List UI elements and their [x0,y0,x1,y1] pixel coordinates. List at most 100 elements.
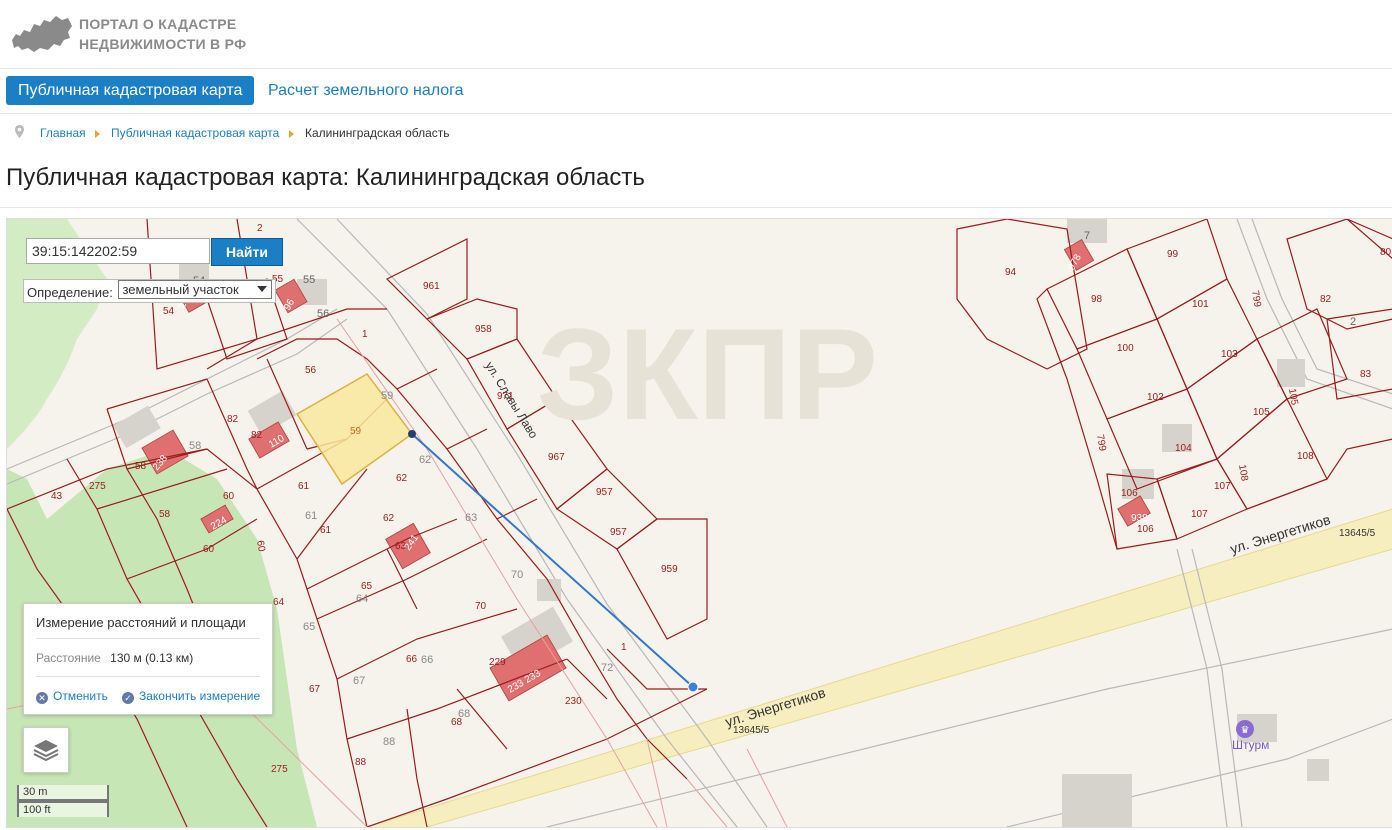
parcel-label: 67 [309,684,321,695]
parcel-label: 103 [1221,349,1238,360]
site-logo-text[interactable]: ПОРТАЛ О КАДАСТРЕ НЕДВИЖИМОСТИ В РФ [79,14,246,54]
cadastral-map[interactable]: ЗКПР ул. Энергетиков ул. Энергетиков ул.… [6,218,1392,828]
divider [0,207,1392,208]
poi-label[interactable]: Штурм [1232,738,1269,752]
breadcrumb-home-label[interactable]: Главная [40,126,86,140]
finish-measure-button[interactable]: ✓ Закончить измерение [122,689,260,704]
search-bar: 39:15:142202:59 Найти [23,236,285,266]
parcel-label: 102 [1147,392,1164,403]
trophy-glyph: ♛ [1241,725,1250,736]
parcel-label: 229 [489,657,506,668]
parcel-label: 799 [1094,434,1108,453]
parcel-label: 62 [396,473,408,484]
parcel-label: 957 [596,487,613,498]
definition-select[interactable]: земельный участок [118,280,273,299]
breadcrumb-map-label[interactable]: Публичная кадастровая карта [111,126,279,140]
definition-row: Определение: земельный участок [23,279,277,303]
parcel-label: 107 [1214,481,1231,492]
parcel-label: 60 [203,544,215,555]
parcel-label: 7 [1084,230,1090,242]
parcel-label: 70 [511,569,523,581]
measure-title: Измерение расстояний и площади [36,615,246,630]
map-canvas[interactable]: ЗКПР ул. Энергетиков ул. Энергетиков ул.… [7,219,1392,827]
parcel-label: 13645/5 [1339,528,1376,539]
parcel-label: 61 [298,481,310,492]
parcel-label: 13645/5 [733,725,770,736]
tab-land-tax[interactable]: Расчет земельного налога [268,76,464,105]
distance-value: 130 м (0.13 км) [110,651,194,665]
parcel-label: 108 [1236,464,1250,483]
parcel-label: 230 [565,696,582,707]
parcel-label: 64 [356,593,368,605]
parcel-label: 65 [361,581,373,592]
measure-start-point[interactable] [408,430,416,438]
parcel-label: 94 [1005,267,1017,278]
parcel-label: 105 [1286,388,1300,407]
finish-label: Закончить измерение [139,689,261,703]
map-watermark: ЗКПР [537,301,878,447]
parcel-label: 2 [1350,316,1356,328]
breadcrumb-map[interactable]: Публичная кадастровая карта [111,126,279,140]
road-edge [426,548,1392,827]
cadastral-search-input[interactable]: 39:15:142202:59 [26,238,210,264]
parcel-label: 971 [497,391,514,402]
breadcrumb-home[interactable]: Главная [40,126,86,140]
parcel-label: 43 [51,491,63,502]
cancel-label: Отменить [53,689,108,703]
parcel-label: 58 [159,509,171,520]
parcel-label: 60 [223,491,235,502]
parcel-label: 64 [273,597,285,608]
parcel-label: 65 [303,621,315,633]
distance-label: Расстояние [36,651,101,665]
parcel-label: 100 [1117,343,1134,354]
parcel-label: 56 [305,365,317,376]
parcel-label: 82 [227,414,239,425]
parcel-label: 63 [465,512,477,524]
measure-end-point[interactable] [687,681,699,693]
parcel-label: 98 [1091,294,1103,305]
parcel-label: 61 [305,510,317,522]
page-title: Публичная кадастровая карта: Калининград… [6,164,645,191]
parcel-label: 55 [303,274,315,286]
measure-distance: Расстояние 130 м (0.13 км) [36,651,193,665]
parcel-label: 82 [251,430,263,441]
parcel-label: 108 [1297,451,1314,462]
parcel-label: 957 [610,527,627,538]
parcel-label: 104 [1175,443,1192,454]
layers-icon [33,740,59,762]
parcel-label: 1 [362,329,368,340]
parcel-label: 56 [317,308,329,320]
layers-button[interactable] [23,727,69,773]
divider [36,638,260,639]
definition-label: Определение: [27,285,113,300]
parcel-label: 62 [419,454,431,466]
breadcrumb-arrow-icon [289,130,294,138]
parcel-label: 66 [421,654,433,666]
parcel-label: 82 [1320,294,1332,305]
parcel-label: 62 [383,513,395,524]
parcel-label: 70 [475,601,487,612]
search-button[interactable]: Найти [211,238,283,266]
tab-cadastral-map[interactable]: Публичная кадастровая карта [6,76,255,105]
close-icon: ✕ [36,692,48,704]
parcel-label: 88 [355,757,367,768]
parcel-label: 1 [621,642,627,653]
parcel-label: 106 [1137,524,1154,535]
parcel-label: 101 [1192,299,1209,310]
parcel-label: 275 [271,764,288,775]
parcel-label: 68 [451,717,463,728]
breadcrumb: Главная Публичная кадастровая карта Кали… [0,114,1392,150]
parcel-label: 105 [1253,407,1270,418]
breadcrumb-current: Калининградская область [305,126,450,140]
parcel-label: 106 [1121,488,1138,499]
parcel-label: 67 [353,675,365,687]
parcel-label: 99 [1167,249,1179,260]
parcel-label: 275 [89,481,106,492]
cancel-measure-button[interactable]: ✕ Отменить [36,689,108,704]
parcel-label: 59 [381,390,393,402]
parcel-label: 107 [1191,509,1208,520]
main-nav: Публичная кадастровая карта Расчет земел… [0,69,1392,114]
parcel-label: 60 [254,540,267,553]
russia-map-logo-icon[interactable] [10,10,74,54]
logo-line-1: ПОРТАЛ О КАДАСТРЕ [79,16,237,32]
